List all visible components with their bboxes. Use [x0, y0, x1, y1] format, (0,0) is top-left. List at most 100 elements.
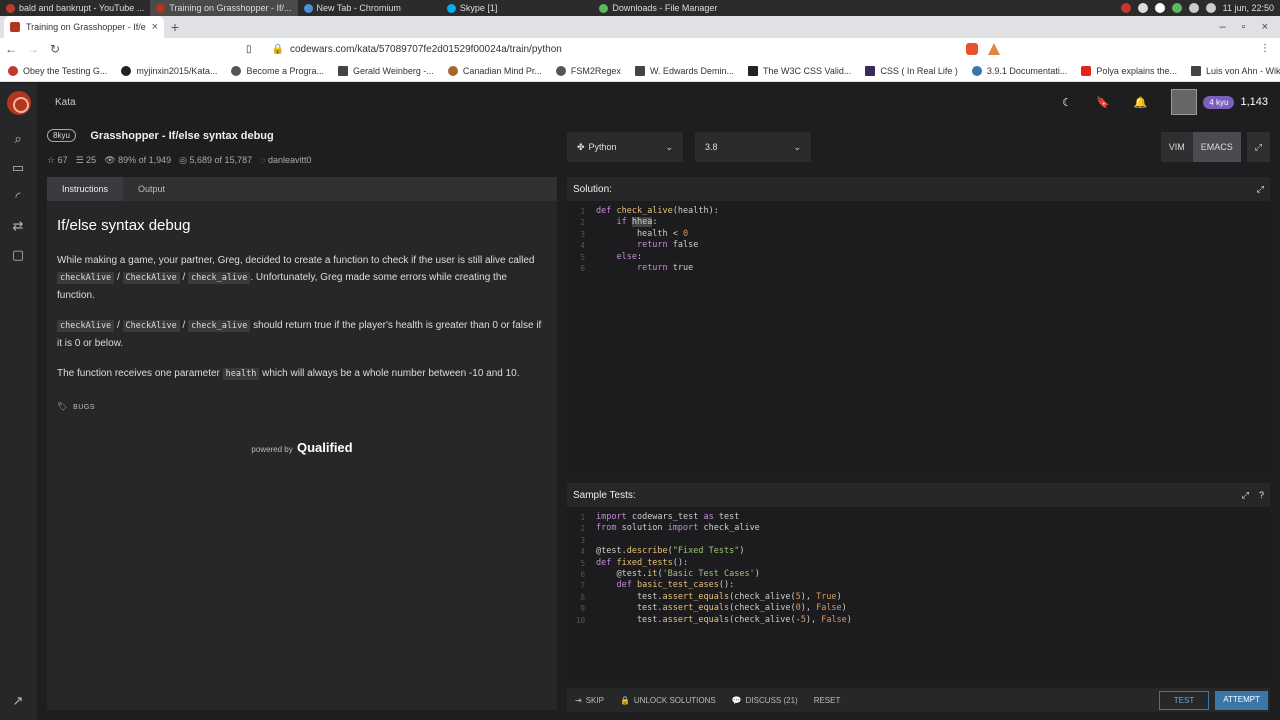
taskbar-app-youtube[interactable]: bald and bankrupt - YouTube ... — [0, 0, 150, 16]
tag-bugs[interactable]: BUGS — [73, 404, 95, 411]
bookmark-item[interactable]: FSM2Regex — [555, 65, 621, 76]
github-icon — [121, 65, 132, 76]
bookmark-page-icon[interactable]: ▯ — [246, 44, 252, 55]
codewars-favicon-icon — [10, 22, 20, 32]
bookmark-item[interactable]: Polya explains the... — [1081, 65, 1177, 76]
brave-rewards-icon[interactable] — [988, 43, 1000, 55]
bookmark-item[interactable]: 3.9.1 Documentati... — [971, 65, 1067, 76]
author-icon[interactable]: ◌ danleavitt0 — [260, 155, 311, 166]
reload-icon[interactable]: ↻ — [44, 42, 66, 56]
menu-icon[interactable]: ⋮ — [1260, 43, 1270, 55]
honor-count: 1,143 — [1240, 96, 1268, 108]
taskbar-app-label: Downloads - File Manager — [612, 3, 718, 13]
bookmark-label: W. Edwards Demin... — [649, 65, 734, 76]
minimize-icon[interactable]: – — [1220, 21, 1226, 33]
bookmark-item[interactable]: The W3C CSS Valid... — [747, 65, 852, 76]
skip-button[interactable]: ⇥ SKIP — [567, 696, 612, 705]
help-icon[interactable]: ? — [1259, 490, 1264, 501]
rss-icon[interactable]: ◜ — [10, 189, 26, 205]
code-line: 1 def check_alive(health): — [580, 206, 719, 216]
expand-icon[interactable]: ⤢ — [1242, 490, 1249, 501]
text: / — [114, 272, 123, 283]
wikipedia-icon — [337, 65, 348, 76]
description-paragraph: checkAlive / CheckAlive / check_alive sh… — [57, 317, 547, 352]
close-window-icon[interactable]: × — [1262, 21, 1268, 33]
tab-instructions[interactable]: Instructions — [47, 177, 124, 201]
bookmark-item[interactable]: Canadian Mind Pr... — [447, 65, 542, 76]
bookmark-item[interactable]: Obey the Testing G... — [8, 65, 107, 76]
powered-by[interactable]: powered by Qualified — [57, 440, 547, 455]
taskbar-app-skype[interactable]: Skype [1] — [441, 0, 504, 16]
search-icon[interactable]: ⌕ — [10, 131, 26, 147]
vim-mode-button[interactable]: VIM — [1160, 132, 1193, 162]
record-icon[interactable] — [1120, 3, 1131, 13]
codewars-logo-icon[interactable] — [7, 91, 31, 115]
volume-icon[interactable] — [1205, 3, 1216, 13]
file-manager-icon — [599, 3, 609, 13]
moon-icon[interactable]: ☾ — [1062, 96, 1072, 109]
maximize-icon[interactable]: ▫ — [1242, 21, 1246, 33]
version-select[interactable]: 3.8 ⌄ — [695, 132, 811, 162]
lock-icon: 🔒 — [271, 43, 284, 55]
bell-icon[interactable] — [1188, 3, 1199, 13]
chat-icon[interactable]: ▢ — [10, 247, 26, 263]
taskbar-app-newtab[interactable]: New Tab - Chromium — [298, 0, 407, 16]
bookmark-icon[interactable]: 🔖 — [1096, 96, 1110, 109]
user-menu[interactable]: 4 kyu 1,143 — [1171, 89, 1268, 115]
python-icon — [971, 65, 982, 76]
practice-icon[interactable]: ⇄ — [10, 218, 26, 234]
completed-icon: ◎ 5,689 of 15,787 — [179, 155, 253, 165]
inline-code: checkAlive — [57, 272, 115, 284]
tab-output[interactable]: Output — [123, 177, 180, 201]
book-icon[interactable]: ▭ — [10, 160, 26, 176]
reset-button[interactable]: RESET — [806, 696, 849, 705]
taskbar-app-filemanager[interactable]: Downloads - File Manager — [593, 0, 723, 16]
kata-title[interactable]: Grasshopper - If/else syntax debug — [90, 130, 273, 142]
skip-icon: ⇥ — [575, 695, 582, 705]
forward-icon[interactable]: → — [22, 42, 44, 56]
star-icon[interactable]: ☆ 67 — [47, 155, 68, 166]
back-icon[interactable]: ← — [0, 42, 22, 56]
emacs-mode-button[interactable]: EMACS — [1192, 132, 1241, 162]
inline-code: CheckAlive — [122, 320, 180, 332]
update-icon[interactable] — [1171, 3, 1182, 13]
url-field[interactable]: ▯ 🔒 codewars.com/kata/57089707fe2d01529f… — [246, 44, 562, 55]
discuss-button[interactable]: 💬 DISCUSS (21) — [724, 696, 806, 705]
wifi-icon[interactable] — [1137, 3, 1148, 13]
breadcrumb[interactable]: Kata — [55, 97, 76, 108]
collection-icon[interactable]: ☰ 25 — [76, 155, 97, 166]
bookmark-label: The W3C CSS Valid... — [762, 65, 852, 76]
stars-count: 67 — [57, 155, 68, 165]
votes-count: 25 — [86, 155, 97, 165]
chevron-down-icon: ⌄ — [665, 141, 673, 152]
test-button[interactable]: TEST — [1158, 690, 1210, 710]
browser-tab[interactable]: Training on Grasshopper - If/e × — [4, 16, 164, 38]
bookmark-item[interactable]: myjinxin2015/Kata... — [121, 65, 217, 76]
shield-icon[interactable] — [1154, 3, 1165, 13]
attempt-button[interactable]: ATTEMPT — [1215, 690, 1268, 710]
expand-icon[interactable]: ⤢ — [1257, 184, 1264, 195]
close-tab-icon[interactable]: × — [152, 21, 158, 33]
avatar[interactable] — [1171, 89, 1198, 115]
brave-shield-icon[interactable] — [966, 43, 978, 55]
solution-editor[interactable]: 1 def check_alive(health): 2 if hhea: 3 h… — [567, 201, 1270, 473]
w3c-icon — [747, 65, 758, 76]
bookmark-item[interactable]: Luis von Ahn - Wiki... — [1190, 65, 1280, 76]
expand-nav-icon[interactable]: ↗ — [10, 693, 26, 709]
clock[interactable]: 11 jun, 22:50 — [1223, 3, 1274, 13]
language-select[interactable]: ✤ Python ⌄ — [567, 132, 683, 162]
code-line: 8 test.assert_equals(check_alive(5), Tru… — [580, 591, 842, 602]
language-value: Python — [588, 141, 617, 152]
submit-buttons: TEST ATTEMPT — [1158, 690, 1270, 710]
fullscreen-icon[interactable]: ⤢ — [1246, 132, 1270, 162]
chevron-down-icon: ⌄ — [793, 141, 801, 152]
bookmark-item[interactable]: CSS ( In Real Life ) — [865, 65, 958, 76]
bell-icon[interactable]: 🔔 — [1134, 96, 1148, 109]
tests-editor[interactable]: 1 import codewars_test as test 2 from solu… — [567, 507, 1270, 680]
bookmark-item[interactable]: W. Edwards Demin... — [634, 65, 734, 76]
taskbar-app-codewars[interactable]: Training on Grasshopper - If/... — [150, 0, 298, 16]
bookmark-item[interactable]: Become a Progra... — [231, 65, 324, 76]
bookmark-item[interactable]: Gerald Weinberg -... — [337, 65, 434, 76]
new-tab-button[interactable]: + — [164, 16, 186, 38]
unlock-solutions-button[interactable]: 🔒 UNLOCK SOLUTIONS — [612, 696, 724, 705]
